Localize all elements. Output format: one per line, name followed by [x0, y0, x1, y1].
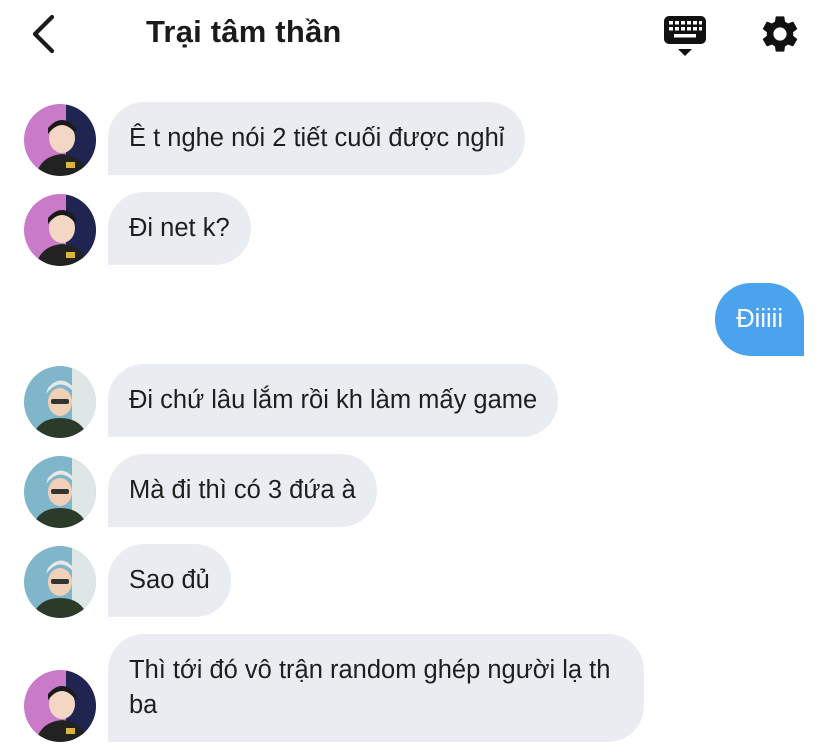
- avatar[interactable]: [24, 546, 96, 618]
- message-bubble: Sao đủ: [108, 544, 231, 617]
- avatar[interactable]: [24, 104, 96, 176]
- avatar[interactable]: [24, 194, 96, 266]
- message-bubble: Đi chứ lâu lắm rồi kh làm mấy game: [108, 364, 559, 437]
- back-button[interactable]: [26, 14, 66, 54]
- message-bubble: Thì tới đó vô trận random ghép người lạ …: [108, 634, 644, 742]
- avatar[interactable]: [24, 456, 96, 528]
- avatar[interactable]: [24, 670, 96, 742]
- chevron-left-icon: [32, 14, 55, 54]
- message-bubble: Mà đi thì có 3 đứa à: [108, 454, 377, 527]
- message-bubble-outgoing: Điiiii: [715, 283, 804, 356]
- avatar[interactable]: [24, 366, 96, 438]
- chat-header: Trại tâm thần: [0, 0, 828, 72]
- chat-title: Trại tâm thần: [146, 14, 342, 49]
- keyboard-icon: [664, 16, 706, 56]
- message-bubble: Đi net k?: [108, 192, 251, 265]
- gear-icon: [762, 16, 798, 52]
- settings-button[interactable]: [758, 12, 802, 56]
- message-bubble: Ê t nghe nói 2 tiết cuối được nghỉ: [108, 102, 526, 175]
- keyboard-button[interactable]: [662, 14, 708, 58]
